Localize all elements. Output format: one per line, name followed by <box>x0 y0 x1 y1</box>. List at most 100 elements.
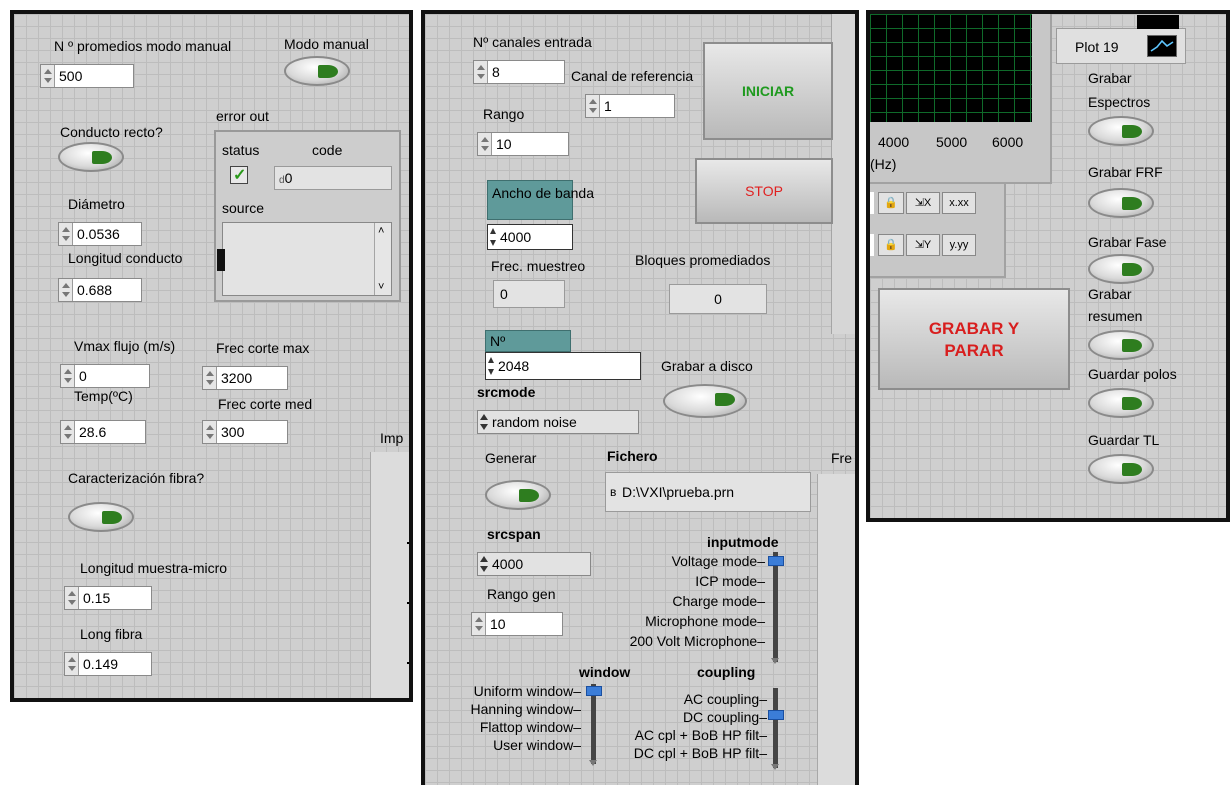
increment-arrows-icon[interactable] <box>41 65 55 87</box>
rango-gen-input[interactable]: 10 <box>471 612 563 636</box>
rango-value: 10 <box>496 136 512 152</box>
format-x-button[interactable]: x.xx <box>942 192 976 214</box>
coupling-thumb[interactable] <box>768 710 784 720</box>
window-option[interactable]: Flattop window– <box>425 718 581 736</box>
grabar-fase-toggle[interactable] <box>1088 254 1154 284</box>
caract-toggle[interactable] <box>68 502 134 532</box>
n-spin-icon[interactable] <box>488 357 494 375</box>
increment-arrows-icon[interactable] <box>59 279 73 301</box>
increment-arrows-icon[interactable] <box>472 613 486 635</box>
fichero-indicator[interactable]: ʙ D:\VXI\prueba.prn <box>605 472 811 512</box>
increment-arrows-icon[interactable] <box>203 421 217 443</box>
guardar-tl-toggle[interactable] <box>1088 454 1154 484</box>
coupling-option[interactable]: AC cpl + BoB HP filt– <box>595 726 767 744</box>
increment-arrows-icon[interactable] <box>59 223 73 245</box>
coupling-option[interactable]: DC coupling– <box>595 708 767 726</box>
increment-arrows-icon[interactable] <box>65 587 79 609</box>
source-textbox[interactable]: ˄ ˅ <box>217 222 392 296</box>
format-y-button[interactable]: y.yy <box>942 234 976 256</box>
window-option[interactable]: Uniform window– <box>425 682 581 700</box>
window-option[interactable]: Hanning window– <box>425 700 581 718</box>
ancho-spin-icon[interactable] <box>490 228 496 246</box>
scroll-down-icon[interactable]: ˅ <box>378 281 384 293</box>
inputmode-thumb[interactable] <box>768 556 784 566</box>
diametro-input[interactable]: 0.0536 <box>58 222 142 246</box>
plot-legend[interactable]: Plot 19 <box>1056 15 1186 64</box>
prom-value: 500 <box>59 68 83 84</box>
grabar-parar-button[interactable]: GRABAR Y PARAR <box>878 288 1070 390</box>
srcspan-ring[interactable]: 4000 <box>477 552 591 576</box>
coupling-option[interactable]: DC cpl + BoB HP filt– <box>595 744 767 762</box>
generar-toggle[interactable] <box>485 480 551 510</box>
grabar-frf-toggle[interactable] <box>1088 188 1154 218</box>
prom-input[interactable]: 500 <box>40 64 134 88</box>
grabar-resumen-toggle[interactable] <box>1088 330 1154 360</box>
increment-arrows-icon[interactable] <box>474 61 488 83</box>
increment-arrows-icon[interactable] <box>65 653 79 675</box>
canal-ref-value: 1 <box>604 98 612 114</box>
code-value: 0 <box>284 170 293 186</box>
canal-ref-input[interactable]: 1 <box>585 94 675 118</box>
ring-arrows-icon[interactable] <box>480 414 488 430</box>
vmax-input[interactable]: 0 <box>60 364 150 388</box>
increment-arrows-icon[interactable] <box>61 365 75 387</box>
ancho-input[interactable]: 4000 <box>487 224 573 250</box>
inputmode-track[interactable] <box>773 552 778 662</box>
long-muestra-input[interactable]: 0.15 <box>64 586 152 610</box>
canales-value: 8 <box>492 64 500 80</box>
scroll-up-icon[interactable]: ˄ <box>378 225 384 237</box>
coupling-option[interactable]: AC coupling– <box>595 690 767 708</box>
ancho-label: Ancho de banda <box>492 185 594 201</box>
inputmode-option[interactable]: Voltage mode– <box>585 552 765 570</box>
grabar-espectros-label1: Grabar <box>1088 70 1132 86</box>
generar-label: Generar <box>485 450 537 466</box>
guardar-polos-toggle[interactable] <box>1088 388 1154 418</box>
rango-input[interactable]: 10 <box>477 132 569 156</box>
grabar-espectros-toggle[interactable] <box>1088 116 1154 146</box>
canales-input[interactable]: 8 <box>473 60 565 84</box>
diametro-value: 0.0536 <box>77 226 120 242</box>
increment-arrows-icon[interactable] <box>203 367 217 389</box>
frec-max-value: 3200 <box>221 370 253 386</box>
lock-y-icon[interactable]: 🔒 <box>878 234 904 256</box>
fichero-value: D:\VXI\prueba.prn <box>622 484 735 500</box>
window-option[interactable]: User window– <box>425 736 581 754</box>
ancho-header: Ancho de banda <box>487 180 594 220</box>
conducto-label: Conducto recto? <box>60 124 163 140</box>
inputmode-option[interactable]: ICP mode– <box>585 572 765 590</box>
frec-max-input[interactable]: 3200 <box>202 366 288 390</box>
modo-manual-toggle[interactable] <box>284 56 350 86</box>
lock-x-icon[interactable]: 🔒 <box>878 192 904 214</box>
status-label: status <box>222 142 260 158</box>
increment-arrows-icon[interactable] <box>478 133 492 155</box>
stop-label: STOP <box>745 183 783 199</box>
ring-arrows-icon[interactable] <box>480 556 488 572</box>
coupling-track[interactable] <box>773 688 778 768</box>
coupling-options: AC coupling– DC coupling– AC cpl + BoB H… <box>595 690 767 770</box>
autoscale-x-icon[interactable]: ⇲X <box>906 192 940 214</box>
bloques-indicator: 0 <box>669 284 767 314</box>
autoscale-y-icon[interactable]: ⇲Y <box>906 234 940 256</box>
grabar-disco-toggle[interactable] <box>663 384 747 418</box>
coupling-label: coupling <box>697 664 756 680</box>
srcmode-ring[interactable]: random noise <box>477 410 639 434</box>
inputmode-option[interactable]: Microphone mode– <box>585 612 765 630</box>
long-muestra-value: 0.15 <box>83 590 111 606</box>
temp-input[interactable]: 28.6 <box>60 420 146 444</box>
inputmode-options: Voltage mode– ICP mode– Charge mode– Mic… <box>585 552 765 662</box>
iniciar-button[interactable]: INICIAR <box>703 42 833 140</box>
increment-arrows-icon[interactable] <box>586 95 600 117</box>
source-scrollbar[interactable]: ˄ ˅ <box>374 223 391 295</box>
srcmode-label: srcmode <box>477 384 536 400</box>
inputmode-option[interactable]: 200 Volt Microphone– <box>585 632 765 650</box>
stop-button[interactable]: STOP <box>695 158 833 224</box>
longitud-input[interactable]: 0.688 <box>58 278 142 302</box>
prom-label: N º promedios modo manual <box>54 38 232 54</box>
increment-arrows-icon[interactable] <box>61 421 75 443</box>
n-input[interactable]: 2048 <box>485 352 641 380</box>
frec-med-input[interactable]: 300 <box>202 420 288 444</box>
long-fibra-input[interactable]: 0.149 <box>64 652 152 676</box>
inputmode-option[interactable]: Charge mode– <box>585 592 765 610</box>
n-header: Nº <box>485 330 571 352</box>
conducto-toggle[interactable] <box>58 142 124 172</box>
